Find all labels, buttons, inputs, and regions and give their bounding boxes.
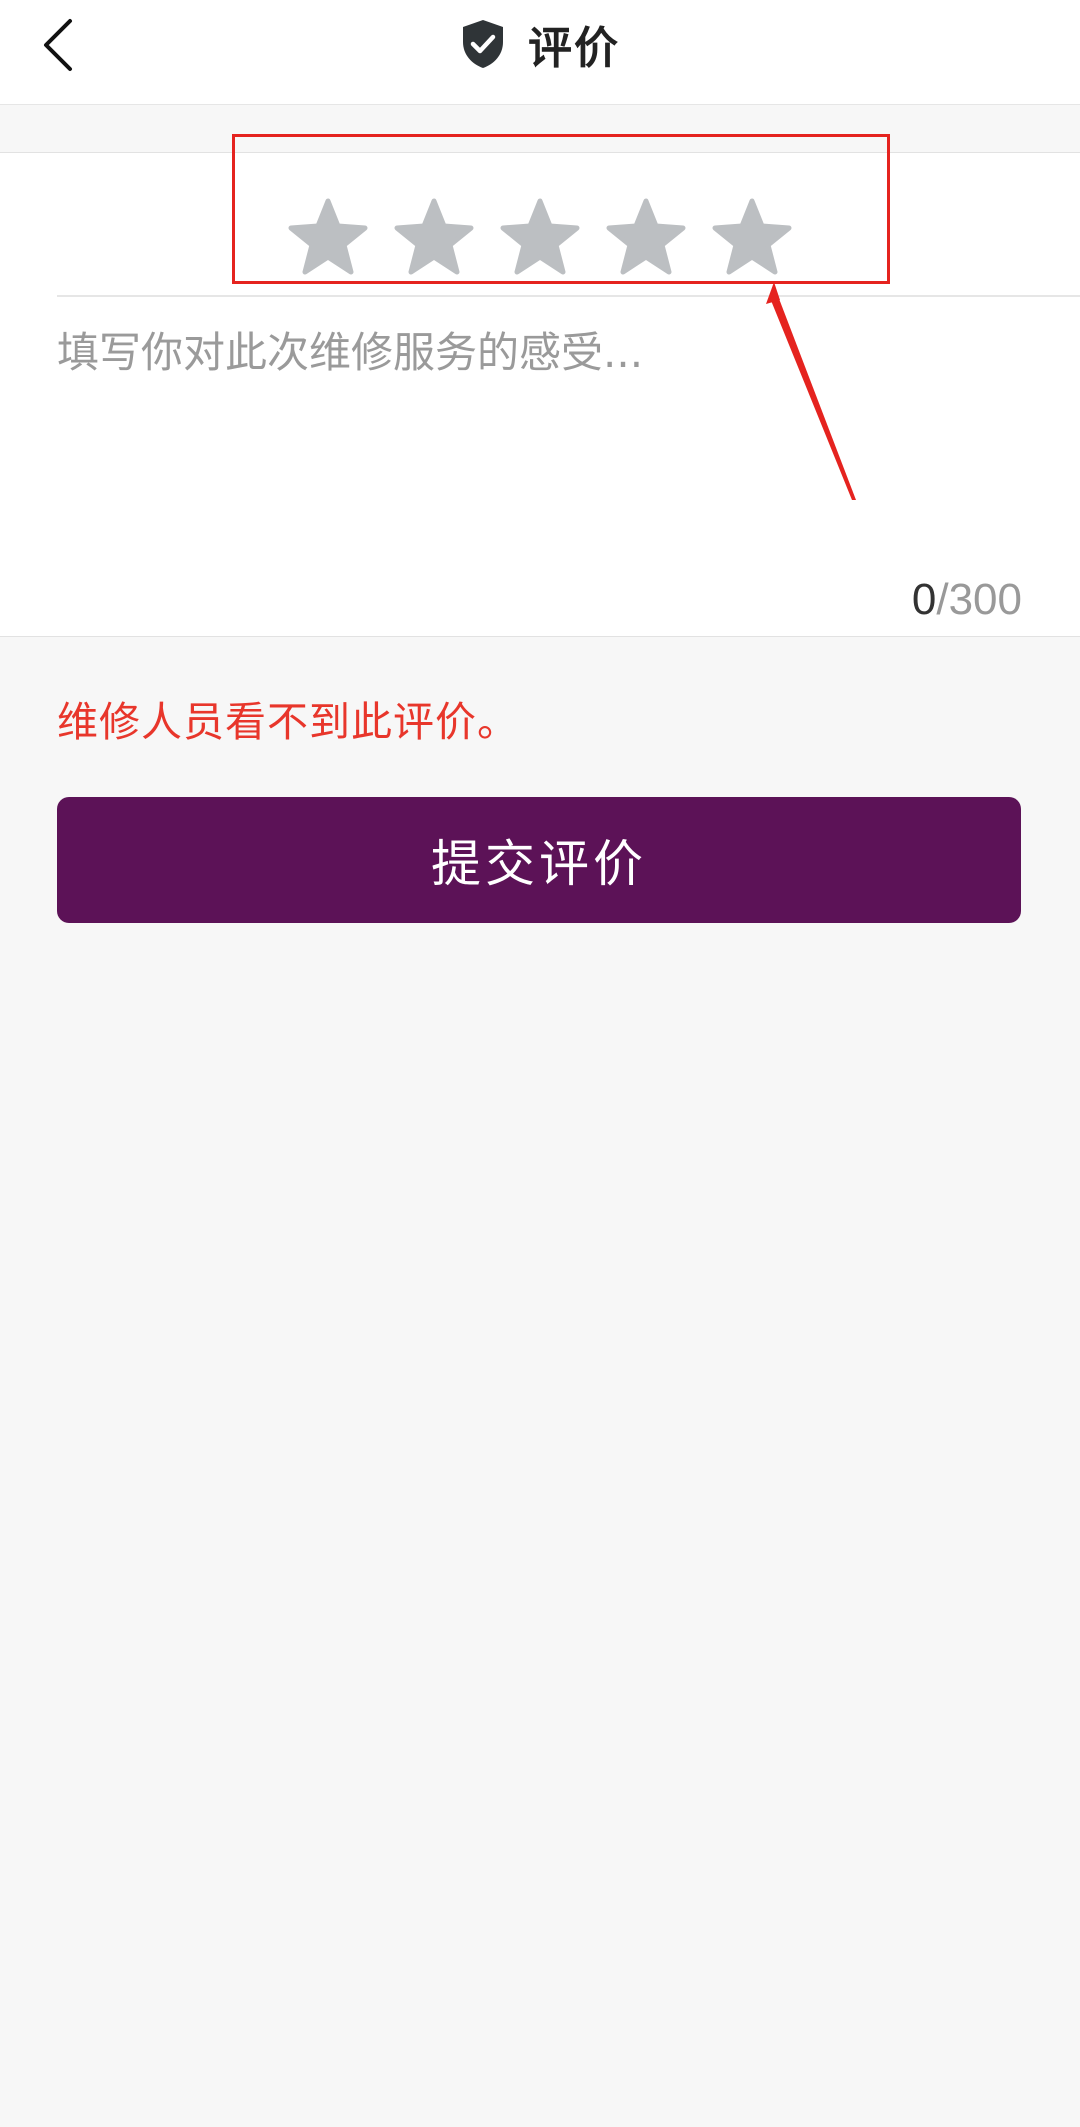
char-counter: 0/300 [912, 575, 1022, 625]
char-count-max: 300 [948, 575, 1022, 624]
star-icon [394, 198, 474, 275]
star-5[interactable] [712, 198, 792, 276]
star-rating[interactable] [0, 182, 1080, 292]
star-icon [606, 198, 686, 275]
star-icon [288, 198, 368, 275]
star-2[interactable] [394, 198, 474, 276]
divider [57, 295, 1080, 297]
page-title: 评价 [528, 23, 620, 74]
char-count-current: 0 [911, 575, 937, 624]
star-3[interactable] [500, 198, 580, 276]
header-bar: 评价 [0, 0, 1080, 105]
title-group: 评价 [0, 0, 1080, 88]
star-1[interactable] [288, 198, 368, 276]
review-card: 0/300 [0, 153, 1080, 637]
star-icon [712, 198, 792, 275]
comment-textarea[interactable] [57, 323, 1022, 543]
privacy-notice: 维修人员看不到此评价。 [57, 698, 519, 746]
star-icon [500, 198, 580, 275]
char-count-separator: / [936, 575, 949, 624]
submit-review-button[interactable]: 提交评价 [57, 797, 1021, 923]
shield-check-icon [463, 20, 503, 68]
section-gap [0, 106, 1080, 153]
star-4[interactable] [606, 198, 686, 276]
